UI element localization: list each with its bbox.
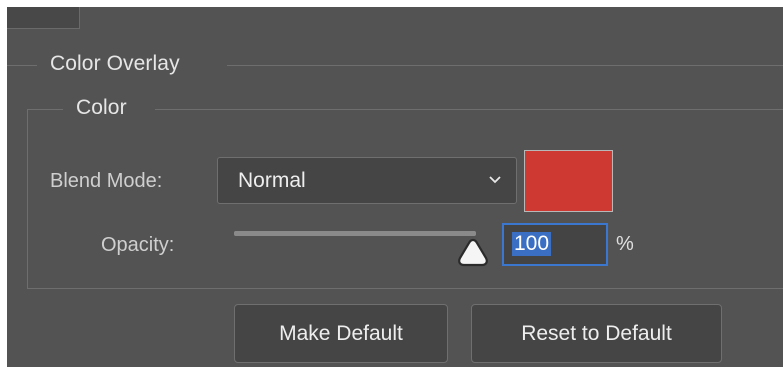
group-rule-right	[155, 109, 783, 110]
screen-margin-bottom	[0, 367, 783, 373]
section-rule-right	[227, 65, 783, 66]
panel-tab-fragment	[7, 7, 80, 29]
blend-mode-select[interactable]: Normal	[217, 157, 517, 204]
group-border-bottom	[27, 288, 783, 289]
section-title: Color Overlay	[50, 52, 180, 75]
make-default-button[interactable]: Make Default	[234, 304, 448, 363]
group-border-left	[27, 109, 28, 288]
group-rule-left	[27, 109, 63, 110]
opacity-input[interactable]: 100	[502, 223, 608, 266]
color-swatch[interactable]	[524, 150, 613, 212]
opacity-slider-fill	[234, 231, 476, 236]
chevron-down-icon	[489, 176, 501, 184]
group-title: Color	[76, 96, 127, 119]
section-rule-left	[7, 65, 37, 66]
opacity-unit: %	[616, 233, 634, 255]
blend-mode-value: Normal	[238, 169, 306, 192]
opacity-slider-track[interactable]	[234, 231, 476, 236]
opacity-label: Opacity:	[101, 234, 175, 256]
screen-margin-top	[0, 0, 783, 7]
opacity-value: 100	[512, 232, 552, 256]
blend-mode-label: Blend Mode:	[50, 170, 163, 192]
opacity-slider-thumb[interactable]	[456, 237, 490, 267]
reset-to-default-button[interactable]: Reset to Default	[471, 304, 722, 363]
screen-margin-left	[0, 0, 7, 373]
